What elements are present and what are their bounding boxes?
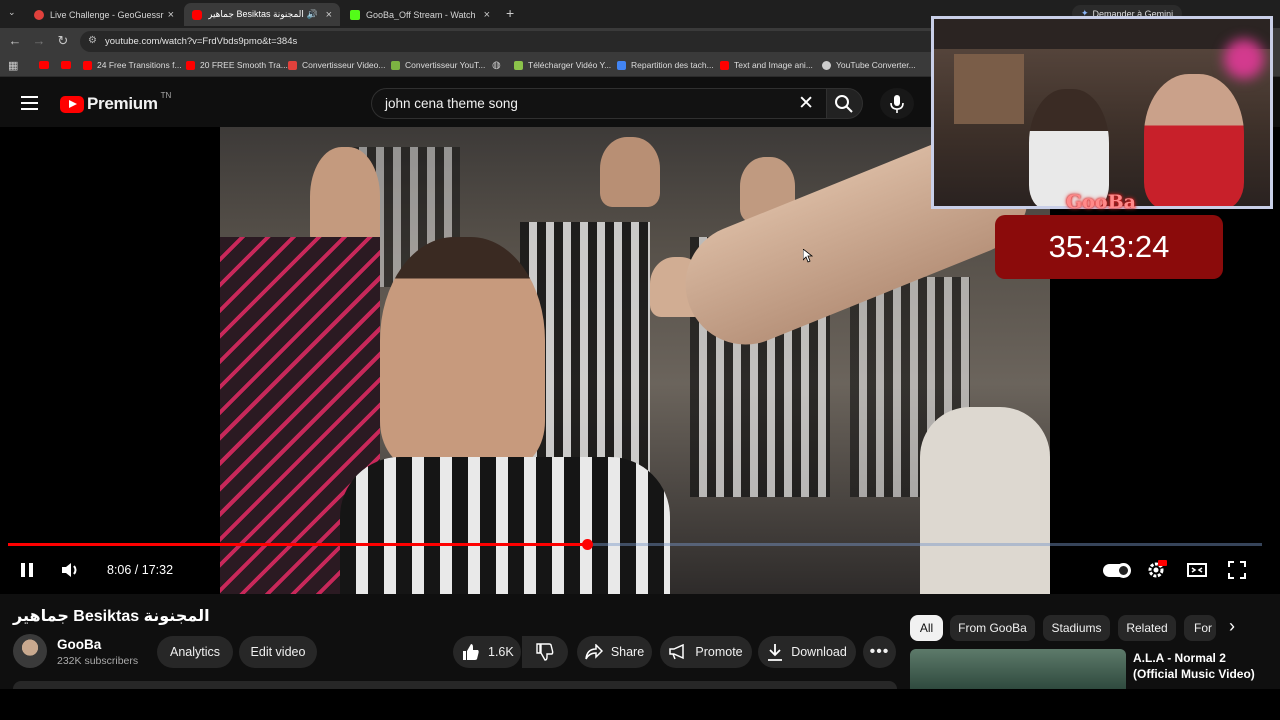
- video-frame[interactable]: [220, 127, 1050, 594]
- back-icon[interactable]: ←: [7, 33, 23, 48]
- clear-search-icon[interactable]: ✕: [798, 92, 814, 115]
- microphone-icon: [890, 95, 904, 113]
- webcam-shelves: [954, 54, 1024, 124]
- description-box[interactable]: [13, 681, 897, 689]
- share-arrow-icon: [585, 644, 603, 660]
- download-button[interactable]: Download: [758, 636, 856, 668]
- streamer-right: [1144, 74, 1244, 206]
- close-tab-icon[interactable]: ×: [484, 9, 490, 21]
- tab-list-dropdown-icon[interactable]: ⌄: [8, 7, 16, 18]
- bookmark-item[interactable]: Repartition des tach...: [617, 60, 714, 70]
- dislike-button[interactable]: [522, 636, 568, 668]
- fan-jersey-center: [340, 457, 670, 594]
- fullscreen-icon[interactable]: [1226, 559, 1248, 581]
- bookmark-item[interactable]: Convertisseur Video...: [288, 60, 385, 70]
- stream-timer: 35:43:24: [995, 215, 1223, 279]
- channel-name[interactable]: GooBa: [57, 637, 101, 652]
- bookmark-item[interactable]: YouTube Converter...: [822, 60, 916, 70]
- tab-kick-stream[interactable]: GooBa_Off Stream - Watch Live ×: [342, 3, 498, 26]
- bookmark-youtube-icon[interactable]: [61, 61, 71, 69]
- time-display: 8:06 / 17:32: [107, 563, 174, 577]
- tab-youtube-video[interactable]: جماهير Besiktas المجنونة 🔊 ×: [184, 3, 340, 26]
- search-button[interactable]: [826, 88, 863, 119]
- theater-mode-icon[interactable]: [1186, 559, 1208, 581]
- fan-face: [380, 237, 545, 467]
- audio-playing-icon[interactable]: 🔊: [307, 9, 318, 20]
- chip-for-you[interactable]: For: [1184, 615, 1216, 641]
- download-icon: [768, 644, 783, 661]
- apps-grid-icon[interactable]: ▦: [8, 59, 18, 72]
- like-button[interactable]: 1.6K: [453, 636, 521, 668]
- analytics-button[interactable]: Analytics: [157, 636, 233, 668]
- recommended-thumbnail[interactable]: [910, 649, 1126, 689]
- webcam-overlay: [931, 16, 1273, 209]
- youtube-logo[interactable]: Premium TN: [60, 91, 171, 114]
- progress-bar[interactable]: [8, 539, 1262, 550]
- new-tab-icon[interactable]: +: [506, 5, 514, 21]
- chip-all[interactable]: All: [910, 615, 943, 641]
- more-actions-button[interactable]: •••: [863, 636, 896, 668]
- white-shirt-fan: [920, 407, 1050, 594]
- bookmark-item[interactable]: Convertisseur YouT...: [391, 60, 485, 70]
- progress-played: [8, 543, 588, 546]
- bottom-edge: [0, 689, 1280, 720]
- forward-icon[interactable]: →: [31, 33, 47, 48]
- volume-icon[interactable]: [59, 559, 81, 581]
- more-horizontal-icon: •••: [869, 643, 890, 660]
- channel-avatar[interactable]: [13, 634, 47, 668]
- voice-search-button[interactable]: [880, 88, 914, 119]
- settings-gear-icon[interactable]: [1145, 559, 1167, 581]
- bookmark-item[interactable]: Text and Image ani...: [720, 60, 813, 70]
- menu-hamburger-icon[interactable]: [21, 96, 38, 110]
- geoguessr-favicon-icon: [34, 9, 44, 20]
- autoplay-toggle[interactable]: [1103, 563, 1131, 578]
- tab-geoguessr[interactable]: Live Challenge - GeoGuessr ×: [26, 3, 182, 26]
- webcam-neon-light: [1224, 39, 1264, 79]
- streamer-name-tag: GooBa: [1066, 191, 1136, 213]
- subscriber-count: 232K subscribers: [57, 655, 139, 667]
- close-tab-icon[interactable]: ×: [326, 9, 332, 21]
- share-button[interactable]: Share: [577, 636, 652, 668]
- thumbs-down-icon: [536, 643, 554, 661]
- thumbs-up-icon: [463, 644, 479, 660]
- kick-favicon-icon: [350, 9, 360, 20]
- chevron-right-icon[interactable]: ›: [1229, 616, 1235, 637]
- chip-related[interactable]: Related: [1118, 615, 1176, 641]
- youtube-favicon-icon: [192, 9, 202, 20]
- chip-stadiums[interactable]: Stadiums: [1043, 615, 1110, 641]
- bookmark-item[interactable]: 24 Free Transitions f...: [83, 60, 182, 70]
- youtube-play-logo-icon: [60, 95, 84, 113]
- promote-button[interactable]: Promote: [660, 636, 752, 668]
- chip-from-gooba[interactable]: From GooBa: [950, 615, 1035, 641]
- bookmark-globe-icon[interactable]: ◍: [492, 60, 501, 71]
- search-icon: [835, 95, 853, 113]
- autoplay-knob-icon: [1116, 563, 1131, 578]
- address-bar[interactable]: ⚙ youtube.com/watch?v=FrdVbds9pmo&t=384s: [80, 31, 940, 52]
- search-input[interactable]: john cena theme song ✕: [371, 88, 826, 119]
- bookmark-youtube-icon[interactable]: [39, 61, 49, 69]
- mouse-cursor-icon: [803, 249, 813, 263]
- site-info-icon[interactable]: ⚙: [88, 35, 97, 46]
- recommended-title[interactable]: A.L.A - Normal 2 (Official Music Video): [1133, 650, 1273, 682]
- edit-video-button[interactable]: Edit video: [239, 636, 317, 668]
- crowd-head: [600, 137, 660, 207]
- bookmark-item[interactable]: 20 FREE Smooth Tra...: [186, 60, 288, 70]
- megaphone-icon: [669, 644, 685, 660]
- bookmark-item[interactable]: Télécharger Vidéo Y...: [514, 60, 611, 70]
- close-tab-icon[interactable]: ×: [168, 9, 174, 21]
- webcam-ceiling: [934, 19, 1270, 49]
- video-title: جماهير Besiktas المجنونة: [13, 608, 210, 625]
- reload-icon[interactable]: ↻: [55, 33, 71, 49]
- pause-icon[interactable]: [16, 559, 38, 581]
